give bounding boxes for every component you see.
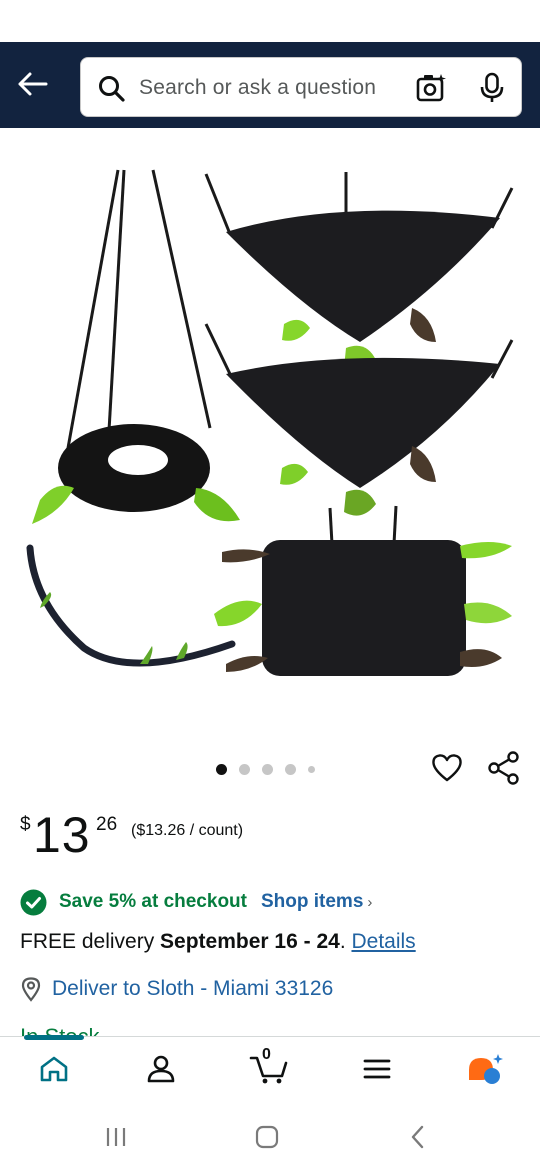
hanging-ring-toy <box>32 169 240 524</box>
price-fraction: 26 <box>96 814 118 835</box>
system-back-button[interactable] <box>398 1122 438 1152</box>
location-pin-icon <box>21 977 41 1002</box>
carousel-dot[interactable] <box>239 763 250 775</box>
ai-assistant-icon <box>469 1054 503 1084</box>
hamburger-menu-icon <box>363 1059 391 1079</box>
home-icon <box>40 1056 68 1082</box>
user-icon <box>147 1055 175 1083</box>
heart-icon[interactable] <box>430 752 464 784</box>
top-header <box>0 42 540 128</box>
chevron-right-icon: › <box>367 893 373 911</box>
shop-items-link[interactable]: Shop items <box>261 891 363 913</box>
home-square-icon <box>255 1125 279 1149</box>
promo-row: Save 5% at checkout Shop items › <box>20 888 372 916</box>
product-image[interactable] <box>0 128 540 738</box>
unit-price: ($13.26 / count) <box>131 822 244 839</box>
nav-menu[interactable] <box>352 1049 402 1089</box>
deliver-to-location[interactable]: Deliver to Sloth - Miami 33126 <box>20 974 333 1004</box>
back-button[interactable] <box>12 62 52 106</box>
carousel-dot[interactable] <box>285 763 296 775</box>
tunnel-hammock <box>214 505 512 676</box>
location-text: Deliver to Sloth - Miami 33126 <box>52 977 334 1000</box>
check-circle-icon <box>20 889 47 915</box>
chevron-left-icon <box>411 1125 424 1149</box>
nav-account[interactable] <box>136 1049 186 1089</box>
nav-cart[interactable]: 0 <box>244 1046 294 1089</box>
save-promo-text: Save 5% at checkout <box>59 891 247 912</box>
carousel-dot[interactable] <box>262 763 273 775</box>
hammock-top <box>204 172 514 372</box>
search-icon <box>99 76 125 102</box>
search-input[interactable] <box>139 70 394 106</box>
price-currency: $ <box>20 814 31 835</box>
home-system-button[interactable] <box>247 1122 287 1152</box>
nav-rufus-assistant[interactable] <box>460 1049 510 1089</box>
back-arrow-icon <box>18 72 48 96</box>
camera-search-icon[interactable] <box>415 72 447 104</box>
cart-count: 0 <box>262 1046 271 1063</box>
delivery-prefix: FREE delivery <box>20 930 161 953</box>
system-navigation-bar <box>0 1104 540 1170</box>
active-tab-indicator <box>24 1035 84 1040</box>
delivery-dates: September 16 - 24 <box>160 930 340 953</box>
bottom-navigation: 0 <box>0 1035 540 1104</box>
delivery-suffix: . <box>339 930 352 953</box>
microphone-icon[interactable] <box>477 72 507 104</box>
carousel-dot[interactable] <box>216 763 227 775</box>
carousel-dot[interactable] <box>308 765 315 773</box>
nav-home[interactable] <box>29 1049 79 1089</box>
image-carousel-dots <box>216 762 315 776</box>
price-whole: 13 <box>33 807 91 863</box>
delivery-info: FREE delivery September 16 - 24. Details <box>20 930 416 954</box>
stock-status: In Stock <box>20 1022 99 1036</box>
recent-apps-icon <box>106 1128 126 1146</box>
status-bar <box>0 0 540 42</box>
recent-apps-button[interactable] <box>96 1122 136 1152</box>
share-icon[interactable] <box>486 750 522 786</box>
vine-rope-toy <box>26 544 236 667</box>
delivery-details-link[interactable]: Details <box>351 930 415 953</box>
search-box[interactable] <box>80 57 522 117</box>
